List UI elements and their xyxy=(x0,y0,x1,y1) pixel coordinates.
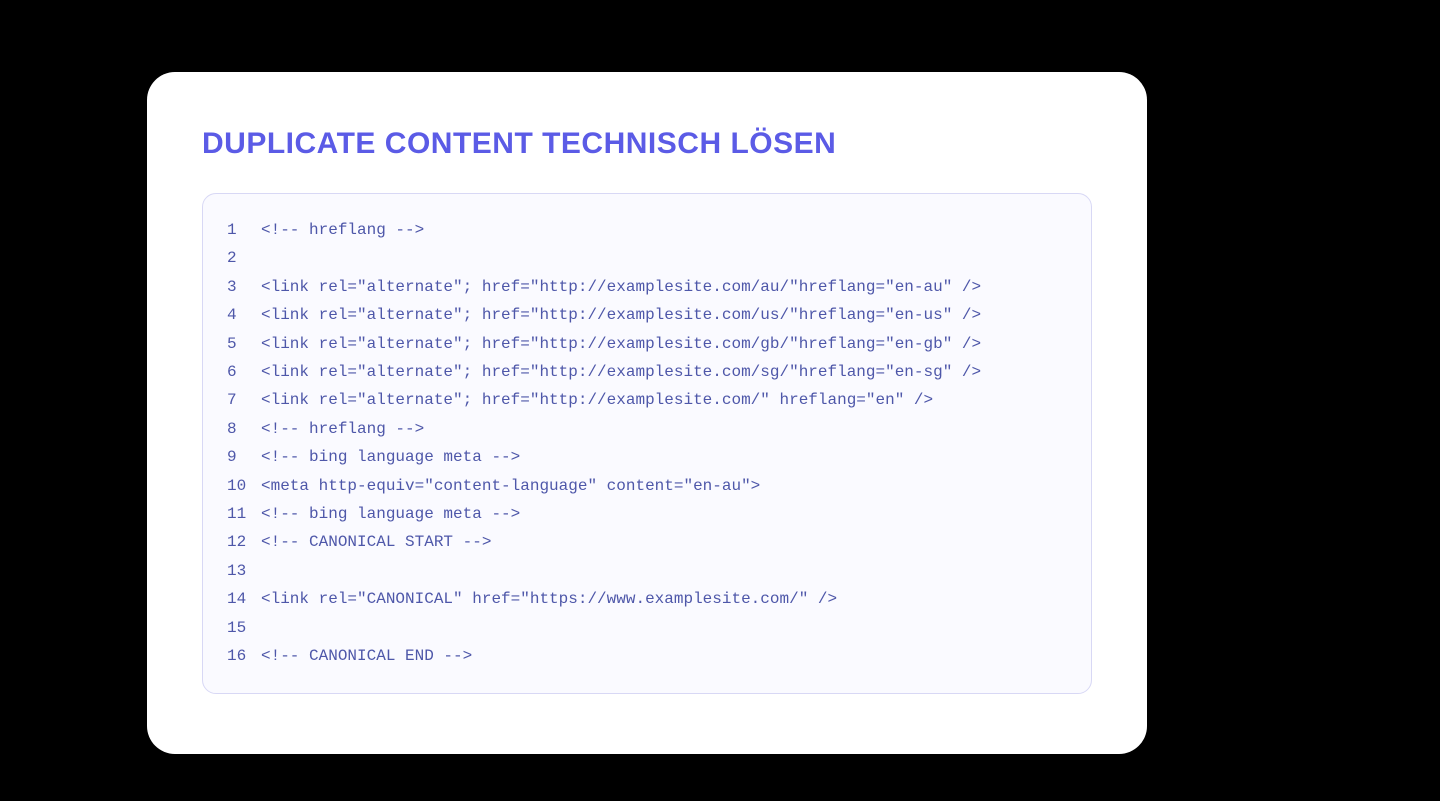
line-content: <!-- CANONICAL START --> xyxy=(261,528,491,556)
line-number: 10 xyxy=(227,472,261,500)
line-number: 2 xyxy=(227,244,261,272)
line-number: 1 xyxy=(227,216,261,244)
line-number: 14 xyxy=(227,585,261,613)
line-number: 12 xyxy=(227,528,261,556)
code-block: 1<!-- hreflang -->23<link rel="alternate… xyxy=(202,193,1092,694)
line-number: 3 xyxy=(227,273,261,301)
line-content: <link rel="alternate"; href="http://exam… xyxy=(261,301,981,329)
line-number: 8 xyxy=(227,415,261,443)
line-number: 9 xyxy=(227,443,261,471)
line-content: <!-- hreflang --> xyxy=(261,415,424,443)
code-line: 6<link rel="alternate"; href="http://exa… xyxy=(227,358,1067,386)
line-content: <!-- CANONICAL END --> xyxy=(261,642,472,670)
code-line: 13 xyxy=(227,557,1067,585)
line-content: <!-- bing language meta --> xyxy=(261,500,520,528)
code-line: 1<!-- hreflang --> xyxy=(227,216,1067,244)
line-number: 11 xyxy=(227,500,261,528)
line-content: <link rel="CANONICAL" href="https://www.… xyxy=(261,585,837,613)
code-line: 7<link rel="alternate"; href="http://exa… xyxy=(227,386,1067,414)
code-line: 12<!-- CANONICAL START --> xyxy=(227,528,1067,556)
card-title: DUPLICATE CONTENT TECHNISCH LÖSEN xyxy=(202,127,1092,161)
line-content: <link rel="alternate"; href="http://exam… xyxy=(261,273,981,301)
line-number: 5 xyxy=(227,330,261,358)
line-content: <link rel="alternate"; href="http://exam… xyxy=(261,330,981,358)
line-number: 7 xyxy=(227,386,261,414)
line-content: <!-- hreflang --> xyxy=(261,216,424,244)
line-number: 4 xyxy=(227,301,261,329)
content-card: DUPLICATE CONTENT TECHNISCH LÖSEN 1<!-- … xyxy=(147,72,1147,754)
code-line: 14<link rel="CANONICAL" href="https://ww… xyxy=(227,585,1067,613)
line-content: <meta http-equiv="content-language" cont… xyxy=(261,472,760,500)
line-number: 6 xyxy=(227,358,261,386)
line-number: 15 xyxy=(227,614,261,642)
line-content: <link rel="alternate"; href="http://exam… xyxy=(261,386,933,414)
line-content: <link rel="alternate"; href="http://exam… xyxy=(261,358,981,386)
line-content: <!-- bing language meta --> xyxy=(261,443,520,471)
code-line: 4<link rel="alternate"; href="http://exa… xyxy=(227,301,1067,329)
code-line: 10<meta http-equiv="content-language" co… xyxy=(227,472,1067,500)
code-line: 9<!-- bing language meta --> xyxy=(227,443,1067,471)
code-line: 3<link rel="alternate"; href="http://exa… xyxy=(227,273,1067,301)
line-number: 13 xyxy=(227,557,261,585)
code-line: 15 xyxy=(227,614,1067,642)
code-line: 8<!-- hreflang --> xyxy=(227,415,1067,443)
line-number: 16 xyxy=(227,642,261,670)
code-line: 16<!-- CANONICAL END --> xyxy=(227,642,1067,670)
code-line: 2 xyxy=(227,244,1067,272)
code-line: 5<link rel="alternate"; href="http://exa… xyxy=(227,330,1067,358)
code-line: 11<!-- bing language meta --> xyxy=(227,500,1067,528)
